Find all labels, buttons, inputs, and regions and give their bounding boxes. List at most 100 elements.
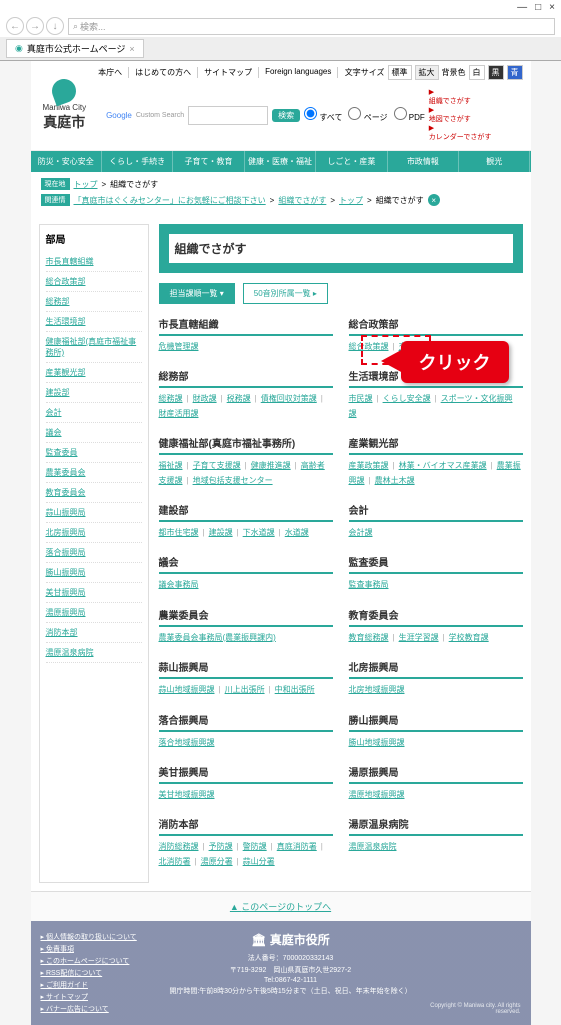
section-title[interactable]: 落合振興局 <box>159 712 333 732</box>
tab-by-dept[interactable]: 担当課順一覧 ▾ <box>159 283 235 304</box>
sidebar-item[interactable]: 農業委員会 <box>46 463 142 483</box>
dept-link[interactable]: 産業政策課 <box>349 461 389 470</box>
contrast-white[interactable]: 白 <box>469 65 485 80</box>
site-logo[interactable]: Maniwa City 真庭市 <box>39 75 91 136</box>
footer-link[interactable]: ▸ 個人情報の取り扱いについて <box>41 931 161 943</box>
sidebar-item[interactable]: 生活環境部 <box>46 312 142 332</box>
dept-link[interactable]: 生涯学習課 <box>399 633 439 642</box>
dept-link[interactable]: 都市住宅課 <box>159 528 199 537</box>
sidebar-item[interactable]: 健康福祉部(真庭市福祉事務所) <box>46 332 142 363</box>
dept-link[interactable]: 健康推進課 <box>251 461 291 470</box>
top-link[interactable]: Foreign languages <box>265 67 338 78</box>
link-by-cal[interactable]: ▶ カレンダーでさがす <box>429 124 492 142</box>
forward-button[interactable]: → <box>26 17 44 35</box>
section-title[interactable]: 議会 <box>159 554 333 574</box>
sidebar-item[interactable]: 湯原温泉病院 <box>46 643 142 663</box>
back-to-top[interactable]: ▲ このページのトップへ <box>31 891 531 921</box>
dept-link[interactable]: 予防課 <box>209 842 233 851</box>
section-title[interactable]: 美甘振興局 <box>159 764 333 784</box>
section-title[interactable]: 農業委員会 <box>159 607 333 627</box>
bc-link[interactable]: 組織でさがす <box>278 195 326 206</box>
section-title[interactable]: 湯原温泉病院 <box>349 816 523 836</box>
sidebar-item[interactable]: 美甘振興局 <box>46 583 142 603</box>
close-bc-icon[interactable]: × <box>428 194 440 206</box>
section-title[interactable]: 湯原振興局 <box>349 764 523 784</box>
dept-link[interactable]: 下水道課 <box>243 528 275 537</box>
sidebar-item[interactable]: 勝山振興局 <box>46 563 142 583</box>
sidebar-item[interactable]: 総合政策部 <box>46 272 142 292</box>
dept-link[interactable]: 農業委員会事務局(農業振興課内) <box>159 633 276 642</box>
dept-link[interactable]: 危機管理課 <box>159 342 199 351</box>
dept-link[interactable]: 教育総務課 <box>349 633 389 642</box>
browser-tab[interactable]: ◉ 真庭市公式ホームページ × <box>6 39 144 58</box>
dept-link[interactable]: 真庭消防署 <box>277 842 317 851</box>
radio-pdf[interactable]: PDF <box>394 107 425 123</box>
nav-item[interactable]: くらし・手続き <box>102 151 173 172</box>
footer-link[interactable]: ▸ サイトマップ <box>41 991 161 1003</box>
dept-link[interactable]: 水道課 <box>285 528 309 537</box>
dept-link[interactable]: くらし安全課 <box>383 394 431 403</box>
dept-link[interactable]: 中和出張所 <box>275 685 315 694</box>
section-title[interactable]: 蒜山振興局 <box>159 659 333 679</box>
sidebar-item[interactable]: 教育委員会 <box>46 483 142 503</box>
sidebar-item[interactable]: 蒜山振興局 <box>46 503 142 523</box>
section-title[interactable]: 監査委員 <box>349 554 523 574</box>
sidebar-item[interactable]: 議会 <box>46 423 142 443</box>
dept-link[interactable]: 川上出張所 <box>225 685 265 694</box>
sidebar-item[interactable]: 建設部 <box>46 383 142 403</box>
dept-link[interactable]: 税務課 <box>227 394 251 403</box>
font-large-btn[interactable]: 拡大 <box>415 65 439 80</box>
dept-link[interactable]: 財政課 <box>193 394 217 403</box>
sidebar-item[interactable]: 監査委員 <box>46 443 142 463</box>
dept-link[interactable]: 湯原地域振興課 <box>349 790 405 799</box>
maximize-btn[interactable]: □ <box>535 2 541 13</box>
footer-link[interactable]: ▸ バナー広告について <box>41 1003 161 1015</box>
dept-link[interactable]: 財産活用課 <box>159 409 199 418</box>
contrast-black[interactable]: 黒 <box>488 65 504 80</box>
dept-link[interactable]: 林業・バイオマス産業課 <box>399 461 487 470</box>
minimize-btn[interactable]: — <box>517 2 527 13</box>
radio-page[interactable]: ページ <box>348 107 387 123</box>
sidebar-item[interactable]: 市長直轄組織 <box>46 252 142 272</box>
bc-notice-link[interactable]: 「真庭市はぐくみセンター」にお気軽にご相談下さい <box>74 195 266 206</box>
section-title[interactable]: 健康福祉部(真庭市福祉事務所) <box>159 435 333 455</box>
browser-search[interactable]: ⌕ 検索... <box>68 18 555 35</box>
section-title[interactable]: 北房振興局 <box>349 659 523 679</box>
footer-link[interactable]: ▸ RSS配信について <box>41 967 161 979</box>
dept-link[interactable]: 蒜山地域振興課 <box>159 685 215 694</box>
dept-link[interactable]: 湯原分署 <box>201 857 233 866</box>
dept-link[interactable]: 美甘地域振興課 <box>159 790 215 799</box>
dept-link[interactable]: 福祉課 <box>159 461 183 470</box>
top-link[interactable]: はじめての方へ <box>135 67 198 78</box>
nav-item[interactable]: 防災・安心安全 <box>31 151 102 172</box>
dept-link[interactable]: 学校教育課 <box>449 633 489 642</box>
font-normal-btn[interactable]: 標準 <box>388 65 412 80</box>
sidebar-item[interactable]: 湯原振興局 <box>46 603 142 623</box>
bc-link[interactable]: トップ <box>339 195 363 206</box>
link-by-org[interactable]: ▶ 組織でさがす ▶ 地図でさがす <box>429 88 492 124</box>
site-search-input[interactable] <box>188 106 268 125</box>
dept-link[interactable]: 総務課 <box>159 394 183 403</box>
section-title[interactable]: 消防本部 <box>159 816 333 836</box>
tab-close-icon[interactable]: × <box>129 44 134 54</box>
footer-link[interactable]: ▸ このホームページについて <box>41 955 161 967</box>
radio-all[interactable]: すべて <box>304 107 342 123</box>
dept-link[interactable]: 北房地域振興課 <box>349 685 405 694</box>
dept-link[interactable]: 勝山地域振興課 <box>349 738 405 747</box>
nav-item[interactable]: しごと・産業 <box>316 151 387 172</box>
dept-link[interactable]: 農林土木課 <box>375 476 415 485</box>
top-link[interactable]: 本庁へ <box>98 67 129 78</box>
dept-link[interactable]: 蒜山分署 <box>243 857 275 866</box>
sidebar-item[interactable]: 北房振興局 <box>46 523 142 543</box>
sidebar-item[interactable]: 消防本部 <box>46 623 142 643</box>
section-title[interactable]: 会計 <box>349 502 523 522</box>
top-link[interactable]: サイトマップ <box>204 67 259 78</box>
dept-link[interactable]: 地域包括支援センター <box>193 476 273 485</box>
section-title[interactable]: 勝山振興局 <box>349 712 523 732</box>
section-title[interactable]: 教育委員会 <box>349 607 523 627</box>
bc-link[interactable]: トップ <box>74 179 98 190</box>
dept-link[interactable]: 湯原温泉病院 <box>349 842 397 851</box>
contrast-blue[interactable]: 青 <box>507 65 523 80</box>
dept-link[interactable]: 子育て支援課 <box>193 461 241 470</box>
nav-item[interactable]: 観光 <box>459 151 530 172</box>
